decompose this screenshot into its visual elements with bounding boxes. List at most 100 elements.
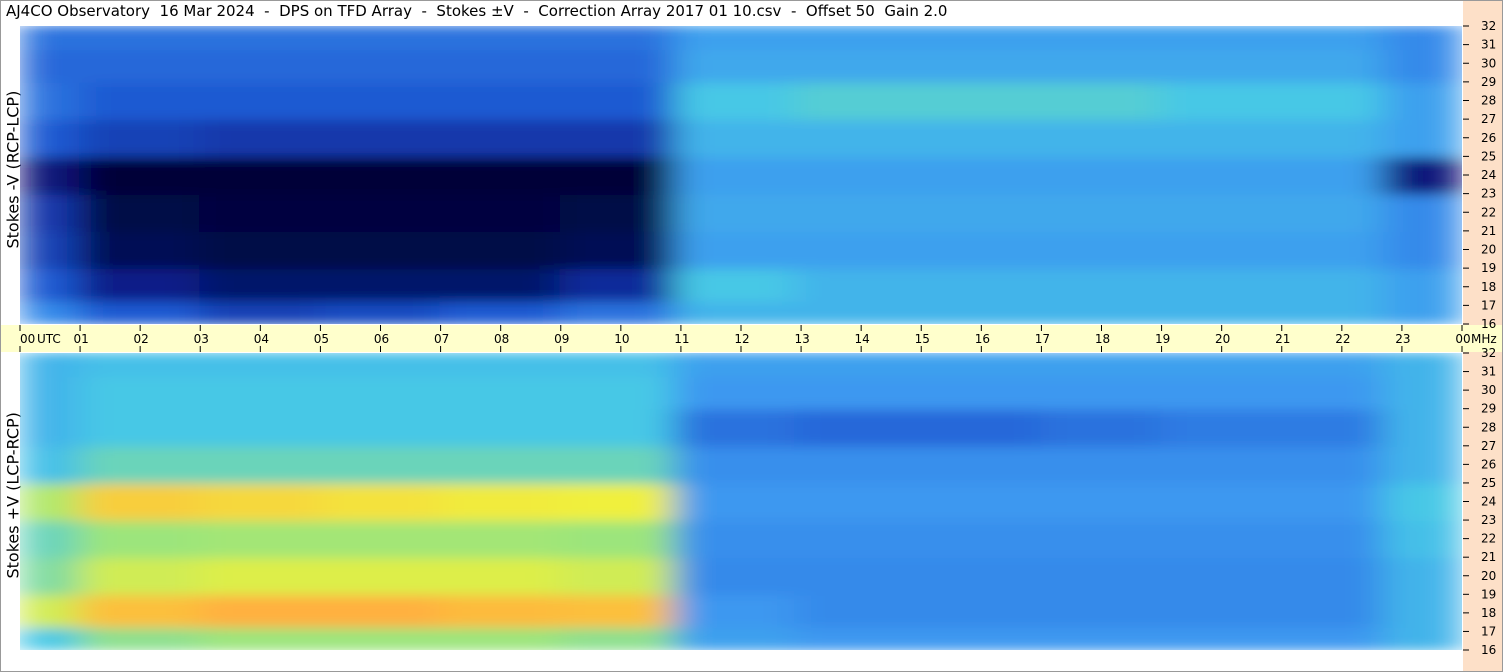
heatmap-cell [1382, 593, 1462, 628]
heatmap-cell [920, 407, 1043, 447]
time-tick-label: 15 [915, 332, 930, 346]
heatmap-cell [559, 48, 676, 83]
heatmap-cell [1280, 48, 1385, 83]
heatmap-cell [1280, 407, 1385, 447]
heatmap-cell [199, 118, 322, 158]
time-tick-label: 00 [20, 332, 35, 346]
heatmap-cell [319, 267, 442, 302]
heatmap-cell [794, 625, 923, 650]
heatmap-cell [1040, 556, 1163, 596]
heatmap-cell [794, 48, 923, 83]
heatmap-cell [199, 444, 322, 484]
heatmap-cell [559, 593, 676, 628]
heatmap-cell [794, 353, 923, 378]
heatmap-cell [20, 229, 82, 270]
time-unit-label: UTC [37, 332, 61, 346]
heatmap-cell [1040, 625, 1163, 650]
heatmap-cell [1160, 353, 1283, 378]
time-tick-label: 22 [1335, 332, 1350, 346]
heatmap-cell [439, 299, 562, 324]
heatmap-cell [20, 48, 82, 83]
heatmap-cell [1382, 80, 1462, 121]
heatmap-cell [79, 625, 202, 650]
heatmap-cell [1280, 192, 1385, 232]
heatmap-cell [79, 229, 202, 270]
heatmap-cell [920, 26, 1043, 51]
time-tick-label: 19 [1155, 332, 1170, 346]
heatmap-cell [920, 118, 1043, 158]
heatmap-cell [673, 299, 797, 324]
time-tick-label: 16 [975, 332, 990, 346]
heatmap-cell [1160, 48, 1283, 83]
freq-tick-label: 18 [1481, 606, 1496, 620]
heatmap-cell [199, 353, 322, 378]
time-tick-label: 05 [314, 332, 329, 346]
heatmap-cell [199, 26, 322, 51]
freq-tick-label: 17 [1481, 298, 1496, 312]
freq-tick-label: 29 [1481, 75, 1496, 89]
heatmap-cell [1382, 625, 1462, 650]
heatmap-cell [673, 444, 797, 484]
heatmap-cell [1280, 299, 1385, 324]
heatmap-cell [673, 375, 797, 410]
heatmap-cell [199, 481, 322, 522]
heatmap-cell [1160, 519, 1283, 559]
heatmap-cell [439, 267, 562, 302]
freq-tick-label: 17 [1481, 624, 1496, 638]
freq-tick-label: 21 [1481, 550, 1496, 564]
time-tick-label: 13 [794, 332, 809, 346]
heatmap-cell [1040, 229, 1163, 270]
freq-tick-label: 21 [1481, 224, 1496, 238]
heatmap-cell [559, 556, 676, 596]
freq-tick-label: 16 [1481, 643, 1496, 657]
heatmap-cell [559, 375, 676, 410]
time-tick-label: 20 [1215, 332, 1230, 346]
heatmap-cell [199, 519, 322, 559]
heatmap-cell [79, 80, 202, 121]
time-tick-label: 02 [134, 332, 149, 346]
heatmap-cell [1160, 299, 1283, 324]
panel-stokes-minus-v [20, 26, 1462, 324]
heatmap-cell [559, 519, 676, 559]
heatmap-cell [673, 593, 797, 628]
freq-tick-label: 30 [1481, 383, 1496, 397]
heatmap-cell [20, 556, 82, 596]
freq-tick-label: 23 [1481, 187, 1496, 201]
freq-tick-label: 32 [1481, 19, 1496, 33]
time-tick-label: 06 [374, 332, 389, 346]
heatmap-cell [20, 267, 82, 302]
heatmap-cell [920, 299, 1043, 324]
freq-tick-label: 26 [1481, 131, 1496, 145]
freq-tick-label: 20 [1481, 243, 1496, 257]
heatmap-cell [319, 407, 442, 447]
heatmap-cell [1040, 593, 1163, 628]
heatmap-cell [1382, 481, 1462, 522]
heatmap-cell [1160, 375, 1283, 410]
heatmap-cell [920, 353, 1043, 378]
heatmap-cell [1382, 155, 1462, 195]
freq-tick-label: 32 [1481, 346, 1496, 360]
heatmap-cell [439, 444, 562, 484]
freq-tick-label: 31 [1481, 38, 1496, 52]
freq-tick-label: 26 [1481, 457, 1496, 471]
heatmap-cell [79, 192, 202, 232]
heatmap-cell [1040, 407, 1163, 447]
heatmap-cell [439, 155, 562, 195]
heatmap-cell [1160, 80, 1283, 121]
heatmap-cell [559, 155, 676, 195]
heatmap-cell [1160, 625, 1283, 650]
heatmap-cell [673, 80, 797, 121]
time-tick-label: 04 [254, 332, 269, 346]
heatmap-cell [79, 155, 202, 195]
heatmap-cell [559, 353, 676, 378]
freq-tick-label: 28 [1481, 94, 1496, 108]
heatmap-cell [20, 80, 82, 121]
spectrogram-chart: 00 01 02 03 04 05 06 07 08 09 10 11 12 13 14 15 16 17 18 19… [0, 0, 1503, 672]
heatmap-cell [1280, 625, 1385, 650]
time-tick-label: 14 [855, 332, 870, 346]
heatmap-cell [559, 299, 676, 324]
heatmap-cell [439, 625, 562, 650]
heatmap-cell [319, 519, 442, 559]
heatmap-cell [1382, 375, 1462, 410]
heatmap-cell [1280, 80, 1385, 121]
